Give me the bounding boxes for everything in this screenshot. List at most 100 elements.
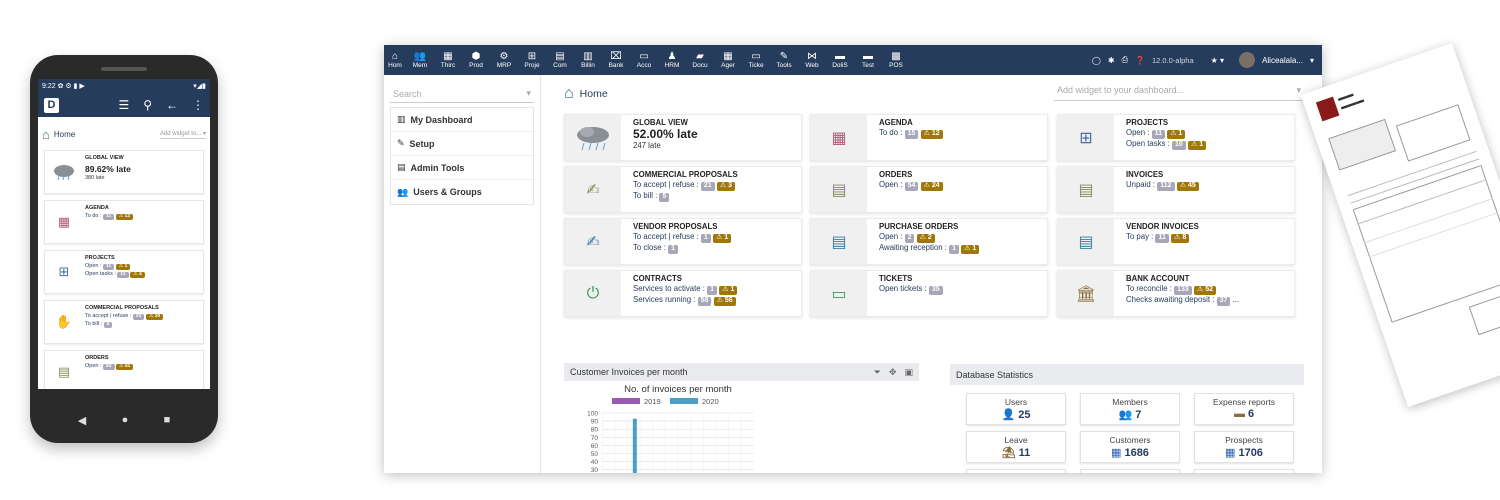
top-menu-item-pos[interactable]: ▩ POS (882, 45, 910, 75)
dolibarr-logo[interactable]: D (44, 97, 59, 113)
user-name[interactable]: Alicealala... (1262, 56, 1303, 65)
top-menu-item-acco[interactable]: ▭ Acco (630, 45, 658, 75)
count-badge[interactable]: 23 (132, 313, 145, 321)
sidebar-item-users-groups[interactable]: 👥 Users & Groups (391, 180, 533, 204)
count-badge[interactable]: 11 (117, 271, 129, 279)
back-arrow-icon[interactable]: ← (166, 98, 178, 112)
count-badge[interactable]: 1 (668, 244, 679, 254)
widget-orders[interactable]: ▤ ORDERS Open : 54 ⚠ 24 (810, 166, 1048, 213)
phone-card-projects[interactable]: ⊞ PROJECTS Open : 11 ⚠ 1 Open tasks : 11… (44, 250, 204, 294)
widget-projects[interactable]: ⊞ PROJECTS Open : 11 ⚠ 1 Open tasks : 10… (1057, 114, 1295, 161)
late-badge[interactable]: ⚠ 45 (1176, 182, 1199, 191)
close-box-icon[interactable]: ▣ (904, 367, 913, 378)
late-badge[interactable]: ⚠ 51 (116, 363, 134, 371)
top-menu-item-ticke[interactable]: ▭ Ticke (742, 45, 770, 75)
widget-vendor-invoices[interactable]: ▤ VENDOR INVOICES To pay : 11 ⚠ 8 (1057, 218, 1295, 265)
widget-commercial-proposals[interactable]: ✍ COMMERCIAL PROPOSALS To accept | refus… (564, 166, 802, 213)
count-badge[interactable]: 1 (700, 234, 711, 243)
stat-prospects[interactable]: Prospects ▦ 1706 (1194, 431, 1294, 463)
count-badge[interactable]: 5 (659, 192, 670, 202)
chevron-down-icon[interactable]: ▾ (1310, 56, 1314, 65)
nav-recents-icon[interactable]: ■ (164, 414, 171, 426)
stat-leave[interactable]: Leave ⛱ 11 (966, 431, 1066, 463)
sidebar-item-setup[interactable]: ✎ Setup (391, 132, 533, 156)
phone-card-commercial-proposals[interactable]: ✋ COMMERCIAL PROPOSALS To accept | refus… (44, 300, 204, 344)
late-badge[interactable]: ⚠ 24 (920, 182, 943, 191)
top-menu-item-mem[interactable]: 👥 Mem (406, 45, 434, 75)
late-badge[interactable]: ⚠ 2 (916, 234, 935, 243)
hamburger-menu-icon[interactable]: ☰ (118, 98, 129, 112)
avatar[interactable] (1239, 52, 1256, 68)
count-badge[interactable]: 11 (103, 263, 115, 271)
count-badge[interactable]: 11 (1155, 234, 1169, 243)
stat-members[interactable]: Members 👥 7 (1080, 393, 1180, 425)
stat-customers[interactable]: Customers ▦ 1686 (1080, 431, 1180, 463)
count-badge[interactable]: 5 (103, 321, 113, 329)
late-badge[interactable]: ⚠ 3 (716, 182, 736, 191)
top-menu-item-tools[interactable]: ✎ Tools (770, 45, 798, 75)
count-badge[interactable]: 53 (103, 363, 115, 371)
sidebar-item-my-dashboard[interactable]: ▥ My Dashboard (391, 108, 533, 132)
top-menu-item-proje[interactable]: ⊞ Proje (518, 45, 546, 75)
top-menu-item-com[interactable]: ▤ Com (546, 45, 574, 75)
widget-bank-account[interactable]: 🏛 BANK ACCOUNT To reconcile : 133 ⚠ 52 C… (1057, 270, 1295, 317)
late-badge[interactable]: ⚠ 1 (961, 244, 980, 254)
widget-invoices[interactable]: ▤ INVOICES Unpaid : 112 ⚠ 45 (1057, 166, 1295, 213)
top-menu-item-prod[interactable]: ⬢ Prod (462, 45, 490, 75)
widget-global-view[interactable]: GLOBAL VIEW 52.00% late 247 late (564, 114, 802, 161)
late-badge[interactable]: ⚠ 52 (1194, 286, 1217, 295)
count-badge[interactable]: 58 (697, 296, 712, 306)
top-menu-item-ager[interactable]: ▦ Ager (714, 45, 742, 75)
late-badge[interactable]: ⚠ 1 (712, 234, 732, 243)
filter-icon[interactable]: ⏷ (874, 367, 881, 378)
late-badge[interactable]: ⚠ 1 (1167, 130, 1186, 139)
stat-users[interactable]: Users 👤 25 (966, 393, 1066, 425)
count-badge[interactable]: 112 (1157, 182, 1175, 191)
widget-agenda[interactable]: ▦ AGENDA To do : 15 ⚠ 12 (810, 114, 1048, 161)
count-badge[interactable]: 15 (904, 130, 919, 139)
count-badge[interactable]: 10 (1171, 140, 1186, 150)
add-widget-select[interactable]: Add widget to your dashboard... ▾ (1054, 85, 1304, 101)
widget-contracts[interactable]: ⏻ CONTRACTS Services to activate : 1 ⚠ 1… (564, 270, 802, 317)
phone-home-title[interactable]: Home (54, 130, 75, 139)
top-menu-item-bank[interactable]: ⌧ Bank (602, 45, 630, 75)
top-menu-item-hom[interactable]: ⌂ Hom (384, 45, 406, 75)
sidebar-search-select[interactable]: Search ▾ (390, 85, 534, 103)
phone-card-agenda[interactable]: ▦ AGENDA To do : 11 ⚠ 12 (44, 200, 204, 244)
count-badge[interactable]: 35 (928, 286, 943, 295)
late-badge[interactable]: ⚠ 56 (713, 296, 736, 306)
chat-icon[interactable]: ◯ (1092, 56, 1101, 65)
stat-contacts-addres[interactable]: Contacts/Addres...▣1898 (1080, 469, 1180, 473)
late-badge[interactable]: ⚠ 1 (719, 286, 738, 295)
phone-card-orders[interactable]: ▤ ORDERS Open : 53 ⚠ 51 (44, 350, 204, 389)
top-menu-item-hrm[interactable]: ♟ HRM (658, 45, 686, 75)
stat-vendors[interactable]: Vendors▦41 (966, 469, 1066, 473)
count-badge[interactable]: 1 (949, 244, 959, 254)
top-menu-item-mrp[interactable]: ⚙ MRP (490, 45, 518, 75)
top-menu-item-thirc[interactable]: ▦ Thirc (434, 45, 462, 75)
phone-add-widget-select[interactable]: Add widget to... ▾ (159, 130, 206, 139)
top-menu-item-web[interactable]: ⋈ Web (798, 45, 826, 75)
stat-expense-reports[interactable]: Expense reports ▬ 6 (1194, 393, 1294, 425)
count-badge[interactable]: 133 (1174, 286, 1192, 295)
count-badge[interactable]: 11 (1151, 130, 1165, 139)
late-badge[interactable]: ⚠ 12 (920, 130, 943, 139)
top-menu-item-dolis[interactable]: ▬ DoliS (826, 45, 854, 75)
late-badge[interactable]: ⚠ 1 (1187, 140, 1207, 150)
late-badge[interactable]: ⚠ 8 (1171, 234, 1190, 243)
count-badge[interactable]: 37 (1216, 296, 1231, 306)
late-badge[interactable]: ⚠ 20 (145, 313, 164, 321)
phone-card-global-view[interactable]: GLOBAL VIEW 89.62% late 380 late (44, 150, 204, 194)
top-menu-item-docu[interactable]: ▰ Docu (686, 45, 714, 75)
top-menu-item-test[interactable]: ▬ Test (854, 45, 882, 75)
nav-home-icon[interactable]: ● (122, 414, 129, 426)
count-badge[interactable]: 21 (700, 182, 715, 191)
star-icon[interactable]: ★ ▾ (1211, 56, 1224, 65)
late-badge[interactable]: ⚠ 12 (115, 213, 134, 221)
count-badge[interactable]: 11 (103, 213, 115, 221)
print-icon[interactable]: ⎙ (1122, 55, 1128, 65)
late-badge[interactable]: ⚠ 4 (130, 271, 145, 279)
widget-vendor-proposals[interactable]: ✍ VENDOR PROPOSALS To accept | refuse : … (564, 218, 802, 265)
count-badge[interactable]: 2 (904, 234, 915, 243)
move-icon[interactable]: ✥ (889, 367, 897, 378)
